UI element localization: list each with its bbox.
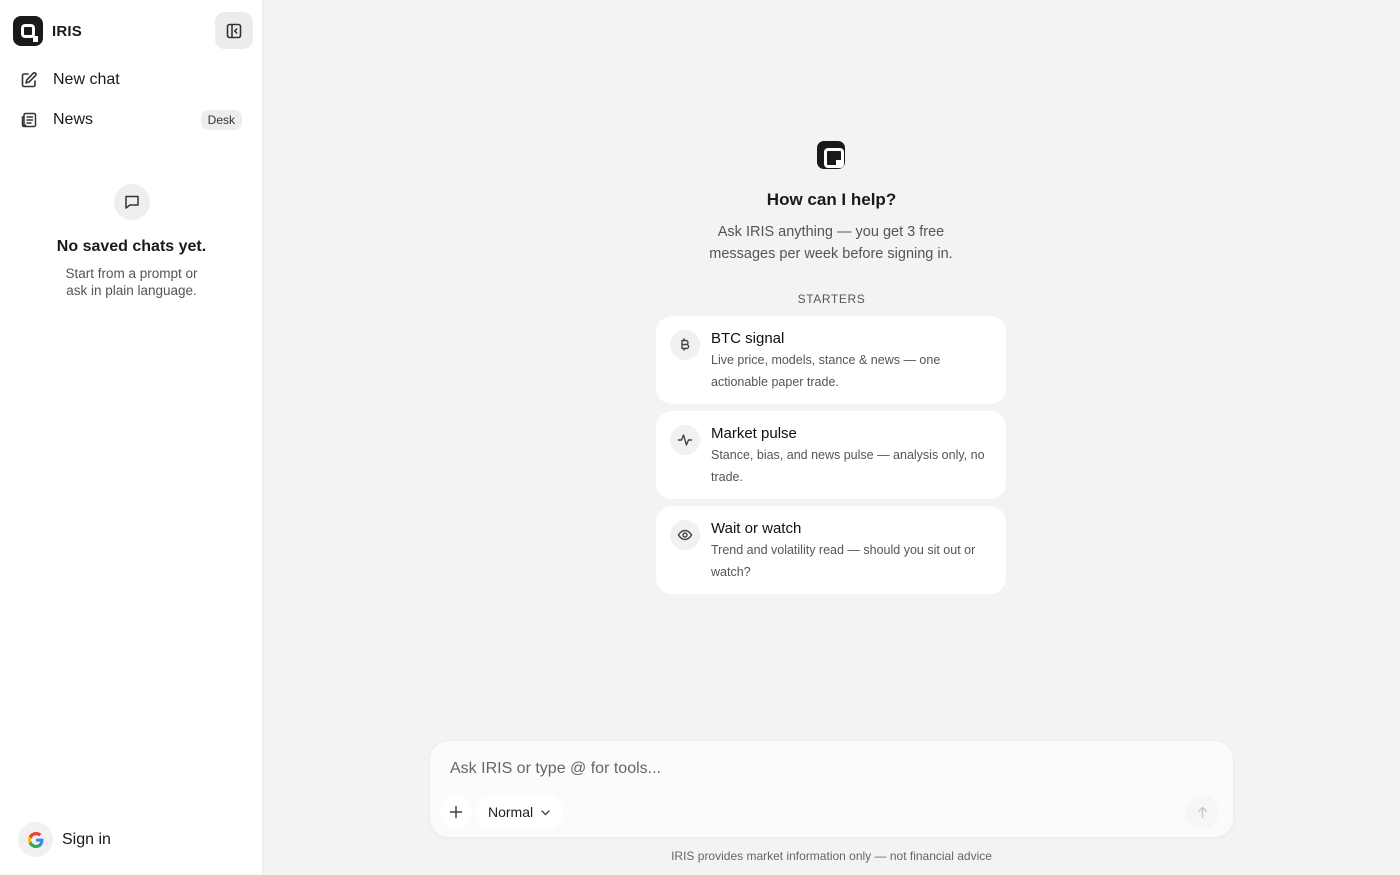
mode-select[interactable]: Normal bbox=[476, 795, 564, 829]
main-panel: How can I help? Ask IRIS anything — you … bbox=[263, 0, 1400, 875]
desk-badge: Desk bbox=[200, 110, 242, 130]
sign-in-button[interactable]: Sign in bbox=[18, 822, 111, 857]
starter-desc-line-2: trade. bbox=[711, 470, 743, 484]
page-subtitle-line-1: Ask IRIS anything — you get 3 free bbox=[717, 224, 945, 240]
new-chat-label: New chat bbox=[53, 71, 120, 88]
starter-card-wait-or-watch[interactable]: Wait or watch Trend and volatility read … bbox=[656, 506, 1006, 594]
sidebar-item-news[interactable]: News Desk bbox=[20, 104, 242, 136]
send-button[interactable] bbox=[1185, 795, 1219, 829]
sidebar-toggle-icon bbox=[226, 23, 242, 38]
sidebar: IRIS New chat News Desk No saved chats y… bbox=[0, 0, 263, 875]
starter-title: Wait or watch bbox=[711, 520, 802, 537]
empty-subtitle-line-1: Start from a prompt or bbox=[65, 266, 198, 281]
page-title: How can I help? bbox=[766, 190, 897, 209]
sign-in-label: Sign in bbox=[62, 830, 111, 848]
new-chat-button[interactable]: New chat bbox=[20, 64, 242, 96]
chat-input[interactable] bbox=[450, 757, 1150, 781]
starter-desc-line-2: actionable paper trade. bbox=[711, 375, 839, 389]
starter-desc: Live price, models, stance & news — one … bbox=[711, 349, 940, 393]
starter-desc-line-1: Stance, bias, and news pulse — analysis … bbox=[711, 448, 985, 462]
page-subtitle-line-2: messages per week before signing in. bbox=[709, 246, 953, 262]
brand[interactable]: IRIS bbox=[13, 16, 82, 46]
empty-title: No saved chats yet. bbox=[56, 238, 207, 255]
empty-chats-state: No saved chats yet. Start from a prompt … bbox=[0, 184, 263, 299]
mode-value: Normal bbox=[488, 804, 534, 820]
chevron-down-icon bbox=[540, 807, 551, 818]
empty-subtitle-line-2: ask in plain language. bbox=[66, 283, 197, 298]
attach-button[interactable] bbox=[439, 795, 473, 829]
news-label: News bbox=[53, 111, 94, 128]
edit-icon bbox=[20, 71, 44, 89]
brand-name: IRIS bbox=[52, 22, 82, 40]
arrow-up-icon bbox=[1197, 806, 1207, 818]
google-icon bbox=[18, 822, 53, 857]
bitcoin-icon bbox=[670, 330, 700, 360]
starter-title: BTC signal bbox=[711, 330, 785, 347]
chat-composer: Normal bbox=[429, 740, 1234, 838]
disclaimer: IRIS provides market information only — … bbox=[671, 849, 992, 863]
eye-icon bbox=[670, 520, 700, 550]
plus-icon bbox=[449, 805, 463, 819]
starters-label: STARTERS bbox=[797, 292, 866, 306]
chat-bubble-icon bbox=[113, 184, 150, 220]
activity-icon bbox=[670, 425, 700, 455]
collapse-sidebar-button[interactable] bbox=[215, 12, 253, 49]
starter-desc-line-1: Trend and volatility read — should you s… bbox=[711, 543, 976, 557]
starter-desc: Stance, bias, and news pulse — analysis … bbox=[711, 444, 985, 488]
starter-card-market-pulse[interactable]: Market pulse Stance, bias, and news puls… bbox=[656, 411, 1006, 499]
starter-card-btc-signal[interactable]: BTC signal Live price, models, stance & … bbox=[656, 316, 1006, 404]
starter-title: Market pulse bbox=[711, 425, 797, 442]
iris-logo-icon bbox=[817, 141, 845, 169]
page-subtitle: Ask IRIS anything — you get 3 free messa… bbox=[681, 221, 981, 265]
iris-logo-icon bbox=[13, 16, 43, 46]
starter-desc-line-2: watch? bbox=[711, 565, 751, 579]
empty-subtitle: Start from a prompt or ask in plain lang… bbox=[0, 265, 263, 299]
starter-desc-line-1: Live price, models, stance & news — one bbox=[711, 353, 941, 367]
newspaper-icon bbox=[20, 111, 44, 129]
starter-desc: Trend and volatility read — should you s… bbox=[711, 539, 975, 583]
